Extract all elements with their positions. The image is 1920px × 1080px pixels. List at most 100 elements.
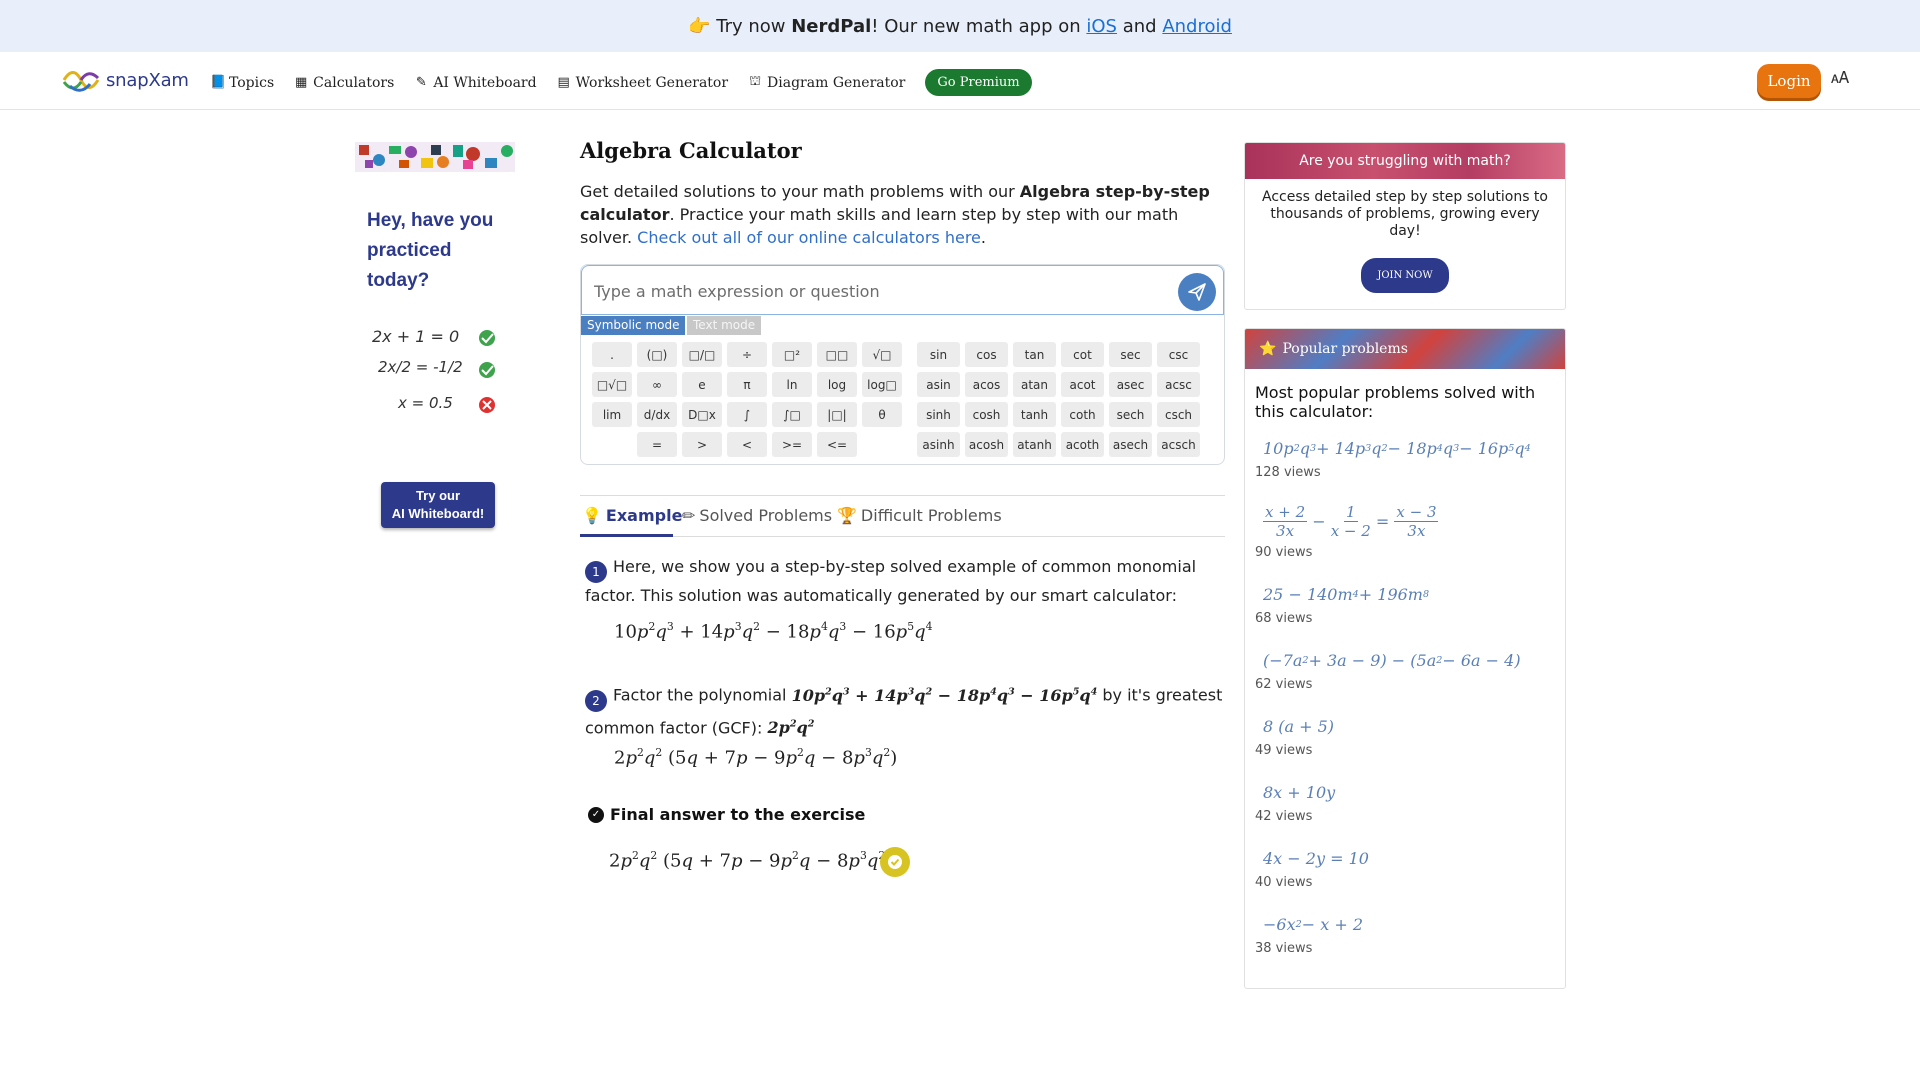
function-key[interactable]: coth: [1061, 402, 1104, 427]
symbol-key[interactable]: e: [682, 372, 722, 397]
symbol-key[interactable]: =: [637, 432, 677, 457]
symbol-key[interactable]: (□): [637, 342, 677, 367]
function-key[interactable]: atanh: [1013, 432, 1056, 457]
submit-button[interactable]: [1178, 273, 1216, 311]
function-key[interactable]: asin: [917, 372, 960, 397]
try-button-line2: AI Whiteboard!: [391, 506, 485, 521]
function-key[interactable]: tan: [1013, 342, 1056, 367]
android-link[interactable]: Android: [1162, 16, 1232, 37]
expression-input[interactable]: [594, 278, 1154, 304]
handwritten-equations: 2x + 1 = 0 2x/2 = -1/2 x = 0.5: [372, 327, 495, 413]
promo-middle: ! Our new math app on: [871, 15, 1081, 37]
popular-problem-link[interactable]: x + 2 3x − 1x − 2 = x − 3 3x: [1263, 499, 1565, 543]
symbol-key[interactable]: <: [727, 432, 767, 457]
go-premium-button[interactable]: Go Premium: [925, 69, 1032, 96]
function-key[interactable]: acsc: [1157, 372, 1200, 397]
popular-problem-link[interactable]: 4x − 2y = 10: [1263, 843, 1565, 873]
function-key[interactable]: csch: [1157, 402, 1200, 427]
text-mode-tab[interactable]: Text mode: [687, 316, 762, 335]
symbol-key[interactable]: lim: [592, 402, 632, 427]
tab-difficult-problems[interactable]: 🏆 Difficult Problems: [837, 506, 1002, 525]
symbol-key[interactable]: π: [727, 372, 767, 397]
symbol-key[interactable]: θ: [862, 402, 902, 427]
function-key[interactable]: acsch: [1157, 432, 1200, 457]
step-1-text: Here, we show you a step-by-step solved …: [585, 557, 1197, 605]
function-key[interactable]: sinh: [917, 402, 960, 427]
symbol-key[interactable]: D□x: [682, 402, 722, 427]
promo-card-text: Access detailed step by step solutions t…: [1261, 189, 1548, 239]
function-key[interactable]: acoth: [1061, 432, 1104, 457]
nav-ai-whiteboard[interactable]: ✎ AI Whiteboard: [414, 74, 537, 91]
ios-link[interactable]: iOS: [1086, 16, 1117, 37]
star-icon: ⭐: [1259, 341, 1277, 357]
step-number: 2: [585, 689, 607, 712]
try-button-line1: Try our: [415, 488, 461, 503]
symbol-key[interactable]: .: [592, 342, 632, 367]
symbol-key[interactable]: ∫□: [772, 402, 812, 427]
function-key[interactable]: acot: [1061, 372, 1104, 397]
symbol-key[interactable]: d/dx: [637, 402, 677, 427]
function-key[interactable]: cos: [965, 342, 1008, 367]
nav-worksheet-label: Worksheet Generator: [575, 74, 729, 91]
symbol-key[interactable]: >: [682, 432, 722, 457]
promo-prefix: Try now: [716, 15, 786, 37]
nav-diagram-label: Diagram Generator: [767, 74, 906, 91]
function-key[interactable]: cot: [1061, 342, 1104, 367]
symbol-key[interactable]: ∫: [727, 402, 767, 427]
all-calculators-link[interactable]: Check out all of our online calculators …: [637, 228, 981, 247]
function-key[interactable]: csc: [1157, 342, 1200, 367]
nav-ai-whiteboard-label: AI Whiteboard: [433, 74, 537, 91]
tab-example[interactable]: 💡 Example: [582, 506, 682, 525]
popular-problem-link[interactable]: 25 − 140m 4 + 196m 8: [1263, 579, 1565, 609]
try-ai-whiteboard-button[interactable]: Try our AI Whiteboard!: [381, 482, 495, 528]
popular-problem-link[interactable]: (−7a 2 + 3a − 9) − (5a 2 − 6a − 4): [1263, 645, 1565, 675]
login-button[interactable]: Login: [1757, 64, 1821, 98]
function-key[interactable]: tanh: [1013, 402, 1056, 427]
function-key[interactable]: sin: [917, 342, 960, 367]
function-key[interactable]: atan: [1013, 372, 1056, 397]
snapxam-logo-icon: [62, 71, 100, 92]
function-key[interactable]: asec: [1109, 372, 1152, 397]
function-key[interactable]: acosh: [965, 432, 1008, 457]
language-icon[interactable]: 🗚: [1831, 68, 1849, 88]
function-key[interactable]: asinh: [917, 432, 960, 457]
symbol-key[interactable]: □²: [772, 342, 812, 367]
symbol-key[interactable]: □√□: [592, 372, 632, 397]
logo[interactable]: snapXam: [62, 68, 189, 92]
promo-card-body: Access detailed step by step solutions t…: [1245, 179, 1565, 303]
nav-topics[interactable]: 📘 Topics: [210, 75, 274, 91]
popular-problem-link[interactable]: 10p 2 q 3 + 14p 3 q 2 − 18p 4 q 3 − 16p 5 q 4: [1263, 433, 1565, 463]
example-tabs: 💡 Example ✏ Solved Problems 🏆 Difficult …: [580, 495, 1225, 537]
function-key[interactable]: cosh: [965, 402, 1008, 427]
symbol-key[interactable]: ln: [772, 372, 812, 397]
symbol-key[interactable]: log: [817, 372, 857, 397]
popular-problem-link[interactable]: 8 (a + 5): [1263, 711, 1565, 741]
trophy-icon: 🏆: [837, 506, 857, 525]
nav-worksheet-generator[interactable]: ▤ Worksheet Generator: [557, 75, 728, 91]
popular-problem-link[interactable]: 8x + 10y: [1263, 777, 1565, 807]
symbol-key[interactable]: |□|: [817, 402, 857, 427]
verified-icon: [880, 847, 910, 877]
handwriting-line-2: 2x/2 = -1/2: [378, 358, 463, 376]
join-now-button[interactable]: JOIN NOW: [1361, 258, 1449, 293]
symbol-key[interactable]: □/□: [682, 342, 722, 367]
nav-diagram-generator[interactable]: ⛫ Diagram Generator: [748, 74, 905, 91]
function-key[interactable]: acos: [965, 372, 1008, 397]
symbolic-mode-tab[interactable]: Symbolic mode: [581, 316, 686, 335]
symbol-key[interactable]: √□: [862, 342, 902, 367]
symbol-key[interactable]: >=: [772, 432, 812, 457]
active-tab-indicator: [580, 534, 673, 537]
logo-text: snapXam: [106, 69, 189, 91]
function-key[interactable]: sech: [1109, 402, 1152, 427]
symbol-key[interactable]: □□: [817, 342, 857, 367]
nav-calculators[interactable]: ▦ Calculators: [294, 75, 394, 91]
symbol-key[interactable]: ÷: [727, 342, 767, 367]
popular-problem-link[interactable]: −6x 2 − x + 2: [1263, 909, 1565, 939]
symbol-key[interactable]: log□: [862, 372, 902, 397]
tab-solved-problems[interactable]: ✏ Solved Problems: [682, 506, 832, 525]
symbol-key[interactable]: ∞: [637, 372, 677, 397]
popular-problems-subtitle: Most popular problems solved with this c…: [1255, 383, 1536, 421]
symbol-key[interactable]: <=: [817, 432, 857, 457]
function-key[interactable]: sec: [1109, 342, 1152, 367]
function-key[interactable]: asech: [1109, 432, 1152, 457]
